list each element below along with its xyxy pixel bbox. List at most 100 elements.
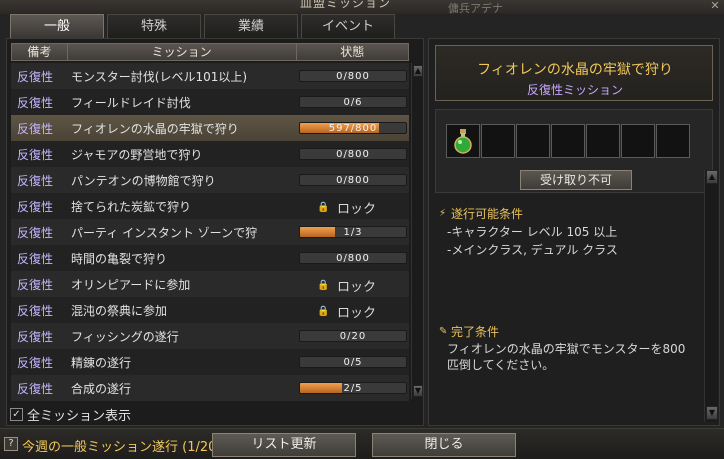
scroll-icon: ✎ [439, 325, 448, 337]
reward-slot[interactable] [516, 124, 550, 158]
mission-category: 反復性 [17, 303, 54, 318]
completion-heading: ✎ 完了条件 [439, 323, 499, 340]
progress-bar: 0/20 [299, 330, 407, 342]
tab-special[interactable]: 特殊 [107, 14, 201, 38]
progress-text: 0/800 [336, 71, 370, 82]
top-right-label: 傭兵アデナ [448, 2, 503, 15]
mission-status: 597/800 [297, 115, 409, 141]
mission-category: 反復性 [17, 381, 54, 396]
claim-button[interactable]: 受け取り不可 [520, 170, 632, 190]
refresh-list-button[interactable]: リスト更新 [212, 433, 356, 457]
help-icon[interactable]: ? [4, 437, 18, 451]
progress-text: 0/6 [343, 97, 363, 108]
mission-name: ジャモアの野営地で狩り [71, 147, 203, 162]
progress-bar: 0/6 [299, 96, 407, 108]
mission-row[interactable]: 反復性 時間の亀裂で狩り 0/800 [11, 245, 409, 271]
progress-text: 0/800 [336, 253, 370, 264]
potion-icon [454, 129, 472, 154]
reward-slot[interactable] [446, 124, 480, 158]
mission-row[interactable]: 反復性 ジャモアの野営地で狩り 0/800 [11, 141, 409, 167]
reward-slot[interactable] [586, 124, 620, 158]
list-scrollbar[interactable]: ▲ ▼ [411, 63, 423, 399]
mission-status: 0/800 [297, 167, 409, 193]
scroll-down-icon[interactable]: ▼ [413, 385, 423, 397]
mission-row[interactable]: 反復性 モンスター討伐(レベル101以上) 0/800 [11, 63, 409, 89]
bottom-bar: ? 今週の一般ミッション遂行 (1/20) リスト更新 閉じる [0, 428, 724, 459]
reward-slot[interactable] [481, 124, 515, 158]
show-all-checkbox[interactable]: ✓ [10, 408, 23, 421]
mission-info: ⚡ 遂行可能条件 -キャラクター レベル 105 以上 -メインクラス, デュア… [435, 199, 705, 419]
mission-title: フィオレンの水晶の牢獄で狩り [477, 62, 673, 78]
mission-category: 反復性 [17, 69, 54, 84]
lock-label: ロック [337, 202, 377, 217]
mission-category: 反復性 [17, 329, 54, 344]
show-all-label: 全ミッション表示 [27, 409, 132, 424]
lock-icon: 🔒 [317, 305, 330, 317]
progress-bar: 2/5 [299, 382, 407, 394]
mission-category: 反復性 [17, 121, 54, 136]
mission-row[interactable]: 反復性 フィッシングの遂行 0/20 [11, 323, 409, 349]
progress-text: 0/800 [336, 149, 370, 160]
mission-row[interactable]: 反復性 精錬の遂行 0/5 [11, 349, 409, 375]
lock-status: 🔒 ロック [317, 276, 377, 296]
progress-bar: 1/3 [299, 226, 407, 238]
mission-status: 0/800 [297, 141, 409, 167]
lock-label: ロック [337, 306, 377, 321]
clan-mission-window: 血盟ミッション 傭兵アデナ ✕ 一般 特殊 業績 イベント 備考 ミッション 状… [0, 0, 724, 459]
lock-label: ロック [337, 280, 377, 295]
mission-status: 🔒 ロック [297, 193, 409, 219]
progress-text: 0/20 [339, 331, 367, 342]
detail-scrollbar[interactable]: ▲ ▼ [704, 170, 718, 422]
progress-bar: 0/800 [299, 70, 407, 82]
mission-row[interactable]: 反復性 オリンピアードに参加 🔒 ロック [11, 271, 409, 297]
mission-status: 1/3 [297, 219, 409, 245]
reward-slot[interactable] [656, 124, 690, 158]
mission-row[interactable]: 反復性 混沌の祭典に参加 🔒 ロック [11, 297, 409, 323]
mission-row[interactable]: 反復性 捨てられた炭鉱で狩り 🔒 ロック [11, 193, 409, 219]
scroll-down-icon[interactable]: ▼ [706, 406, 718, 420]
reward-slot[interactable] [551, 124, 585, 158]
mission-row[interactable]: 反復性 フィールドレイド討伐 0/6 [11, 89, 409, 115]
lock-status: 🔒 ロック [317, 198, 377, 218]
mission-row[interactable]: 反復性 パンテオンの博物館で狩り 0/800 [11, 167, 409, 193]
table-header: 備考 ミッション 状態 [11, 43, 409, 61]
header-status[interactable]: 状態 [297, 44, 408, 60]
tab-achievements[interactable]: 業績 [204, 14, 298, 38]
mission-list-panel: 備考 ミッション 状態 反復性 モンスター討伐(レベル101以上) 0/800 反復性… [6, 38, 424, 426]
mission-name: モンスター討伐(レベル101以上) [71, 69, 248, 84]
mission-row[interactable]: 反復性 合成の遂行 2/5 [11, 375, 409, 401]
header-note[interactable]: 備考 [12, 44, 68, 60]
scroll-up-icon[interactable]: ▲ [706, 170, 718, 184]
mission-name: パーティ インスタント ゾーンで狩 [71, 225, 258, 240]
mission-name: オリンピアードに参加 [71, 277, 191, 292]
mission-name: フィッシングの遂行 [71, 329, 179, 344]
lock-status: 🔒 ロック [317, 302, 377, 322]
mission-name: 捨てられた炭鉱で狩り [71, 199, 192, 214]
mission-rows: 反復性 モンスター討伐(レベル101以上) 0/800 反復性 フィールドレイド討伐 0/… [11, 63, 409, 401]
mission-category: 反復性 [17, 199, 54, 214]
show-all-toggle[interactable]: ✓ 全ミッション表示 [10, 405, 131, 424]
mission-category: 反復性 [17, 355, 54, 370]
progress-bar: 597/800 [299, 122, 407, 134]
tab-general[interactable]: 一般 [10, 14, 104, 38]
progress-text: 597/800 [328, 123, 378, 134]
requirements-title: 遂行可能条件 [451, 207, 524, 221]
weekly-progress-text: 今週の一般ミッション遂行 (1/20) [22, 440, 222, 455]
reward-slot[interactable] [621, 124, 655, 158]
mission-row[interactable]: 反復性 フィオレンの水晶の牢獄で狩り 597/800 [11, 115, 409, 141]
reward-area: 受け取り不可 [435, 109, 713, 193]
mission-name: 合成の遂行 [71, 381, 132, 396]
mission-row[interactable]: 反復性 パーティ インスタント ゾーンで狩 1/3 [11, 219, 409, 245]
mission-status: 🔒 ロック [297, 271, 409, 297]
mission-category: 反復性 [17, 95, 54, 110]
scroll-up-icon[interactable]: ▲ [413, 65, 423, 77]
tab-event[interactable]: イベント [301, 14, 395, 38]
close-icon[interactable]: ✕ [708, 0, 722, 12]
requirements-heading: ⚡ 遂行可能条件 [439, 205, 523, 222]
close-button[interactable]: 閉じる [372, 433, 516, 457]
mission-name: パンテオンの博物館で狩り [71, 173, 216, 188]
progress-text: 1/3 [343, 227, 363, 238]
mission-name: 精錬の遂行 [71, 355, 132, 370]
progress-text: 0/800 [336, 175, 370, 186]
header-mission[interactable]: ミッション [68, 44, 297, 60]
